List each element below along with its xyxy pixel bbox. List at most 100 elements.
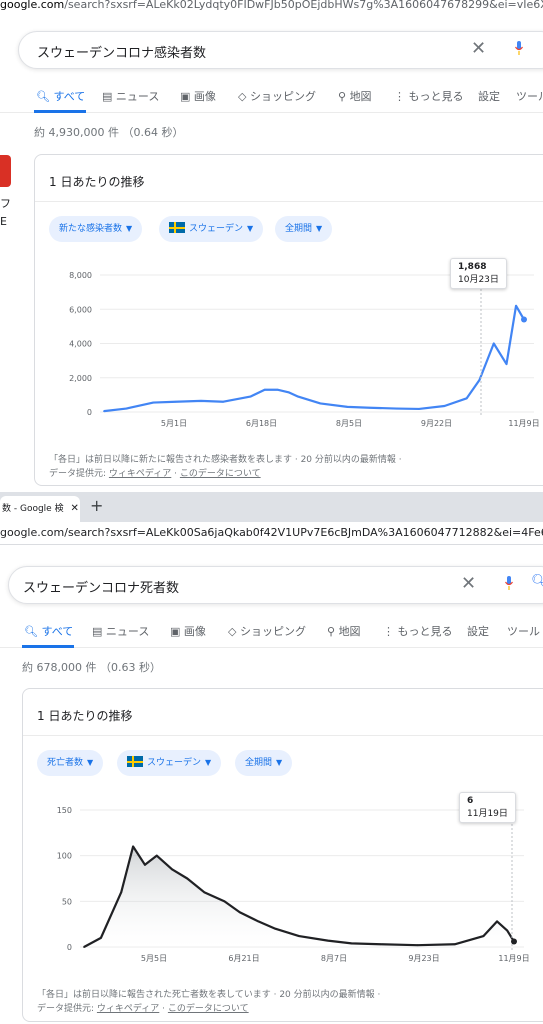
tab-settings[interactable]: 設定: [467, 623, 489, 639]
tab-settings[interactable]: 設定: [478, 88, 500, 104]
sweden-flag-icon: [127, 756, 143, 767]
x-tick-label: 11月9日: [508, 419, 539, 428]
close-tab-icon[interactable]: ✕: [70, 503, 78, 514]
data-source-line: データ提供元: ウィキペディア · このデータについて: [37, 1004, 249, 1014]
tab-maps[interactable]: ⚲ 地図: [327, 623, 361, 639]
period-chip[interactable]: 全期間 ▼: [275, 216, 333, 242]
data-point: [155, 854, 158, 857]
data-point: [350, 942, 353, 945]
chevron-down-icon: ▼: [276, 758, 283, 767]
tab-more[interactable]: ⋮ もっと見る: [394, 88, 464, 104]
address-bar-top[interactable]: google.com/search?sxsrf=ALeKk02Lydqty0FI…: [0, 0, 543, 10]
chevron-down-icon: ▼: [87, 758, 94, 767]
tab-images[interactable]: ▣ 画像: [170, 623, 206, 639]
data-point: [249, 395, 252, 398]
browser-tab[interactable]: 数 - Google 検 ✕: [0, 496, 80, 522]
data-point: [418, 408, 420, 410]
x-tick-label: 6月21日: [228, 954, 259, 963]
source-link[interactable]: ウィキペディア: [109, 469, 171, 479]
metric-chip[interactable]: 死亡者数 ▼: [37, 750, 104, 776]
data-point: [171, 868, 173, 871]
data-point: [298, 935, 300, 937]
data-point: [203, 891, 206, 894]
x-tick-label: 5月1日: [161, 419, 187, 428]
data-footnote: 「各日」は前日以降に新たに報告された感染者数を表します · 20 分前以内の最新…: [49, 455, 402, 465]
data-point: [222, 400, 225, 403]
chevron-down-icon: ▼: [316, 224, 323, 233]
data-point: [125, 407, 128, 410]
metric-chip[interactable]: 新たな感染者数 ▼: [49, 216, 143, 242]
browser-tab-strip: 数 - Google 検 ✕ +: [0, 492, 543, 522]
y-tick-label: 150: [57, 806, 72, 815]
clear-icon[interactable]: ✕: [471, 38, 486, 59]
source-link[interactable]: ウィキペディア: [97, 1004, 159, 1014]
data-source-line: データ提供元: ウィキペディア · このデータについて: [49, 469, 261, 479]
y-tick-label: 50: [62, 897, 72, 906]
data-point: [505, 363, 508, 365]
country-chip[interactable]: スウェーデン ▼: [159, 216, 264, 242]
url-path: /search?sxsrf=ALeKk02Lydqty0FIDwFJb50pOE…: [64, 0, 543, 10]
data-footnote: 「各日」は前日以降に報告された死亡者数を表しています · 20 分前以内の最新情…: [37, 990, 381, 1000]
data-point: [453, 943, 456, 946]
side-result-marker: [0, 155, 11, 187]
data-point: [482, 935, 485, 937]
tab-tools[interactable]: ツール: [516, 88, 543, 104]
chevron-down-icon: ▼: [247, 224, 254, 233]
about-data-link[interactable]: このデータについて: [168, 1004, 249, 1014]
microphone-icon[interactable]: [515, 41, 523, 55]
microphone-icon[interactable]: [505, 576, 513, 590]
tab-all[interactable]: 🔍︎ すべて: [36, 88, 85, 104]
tab-more[interactable]: ⋮ もっと見る: [383, 623, 453, 639]
tab-shopping[interactable]: ◇ ショッピング: [238, 88, 316, 104]
address-url: google.com/search?sxsrf=ALeKk00Sa6jaQkab…: [0, 526, 543, 539]
tab-images[interactable]: ▣ 画像: [180, 88, 216, 104]
x-tick-label: 8月7日: [321, 954, 347, 963]
about-data-link[interactable]: このデータについて: [180, 469, 261, 479]
new-tab-button[interactable]: +: [90, 496, 103, 515]
x-tick-label: 9月22日: [421, 419, 452, 428]
search-box[interactable]: スウェーデンコロナ感染者数 ✕: [18, 31, 543, 69]
tab-all[interactable]: 🔍︎ すべて: [24, 623, 73, 639]
card-divider: [35, 201, 543, 202]
data-point: [263, 388, 266, 391]
country-chip[interactable]: スウェーデン ▼: [117, 750, 222, 776]
data-point: [132, 845, 134, 848]
tooltip-value: 6: [467, 796, 474, 806]
clear-icon[interactable]: ✕: [461, 573, 476, 594]
data-point: [326, 939, 329, 942]
search-query[interactable]: スウェーデンコロナ感染者数: [37, 42, 206, 61]
chevron-down-icon: ▼: [205, 758, 212, 767]
period-chip[interactable]: 全期間 ▼: [235, 750, 293, 776]
address-bar-bottom[interactable]: google.com/search?sxsrf=ALeKk00Sa6jaQkab…: [0, 522, 543, 545]
chart-tooltip: 6 11月19日: [459, 792, 516, 823]
data-point: [238, 911, 241, 914]
data-point: [257, 920, 260, 923]
search-icon[interactable]: 🔍︎: [531, 574, 543, 590]
data-point: [368, 406, 371, 409]
series-line: [103, 304, 525, 413]
tab-tools[interactable]: ツール: [507, 623, 540, 639]
tab-news[interactable]: ▤ ニュース: [102, 88, 159, 104]
data-point: [395, 407, 398, 410]
data-point: [506, 929, 509, 932]
card-divider: [23, 735, 543, 736]
data-point: [492, 342, 495, 345]
tab-news[interactable]: ▤ ニュース: [92, 623, 149, 639]
data-point: [478, 379, 481, 381]
tooltip-date: 10月23日: [458, 275, 499, 285]
url-host: google.com: [0, 0, 65, 10]
side-text-1: フ: [0, 197, 11, 210]
result-count: 約 678,000 件 （0.63 秒）: [22, 661, 161, 674]
tab-maps[interactable]: ⚲ 地図: [338, 88, 372, 104]
data-point: [174, 400, 177, 403]
data-point: [416, 944, 419, 947]
data-point: [103, 410, 105, 413]
tab-shopping[interactable]: ◇ ショッピング: [228, 623, 306, 639]
data-point: [152, 401, 155, 404]
data-point: [200, 399, 202, 402]
data-point: [379, 943, 382, 946]
search-query[interactable]: スウェーデンコロナ死者数: [23, 577, 179, 596]
data-point: [274, 927, 277, 930]
search-box[interactable]: スウェーデンコロナ死者数 ✕ 🔍︎: [8, 566, 543, 604]
search-tabs-top: 🔍︎ すべて ▤ ニュース ▣ 画像 ◇ ショッピング ⚲ 地図 ⋮ もっと見る…: [0, 82, 543, 113]
